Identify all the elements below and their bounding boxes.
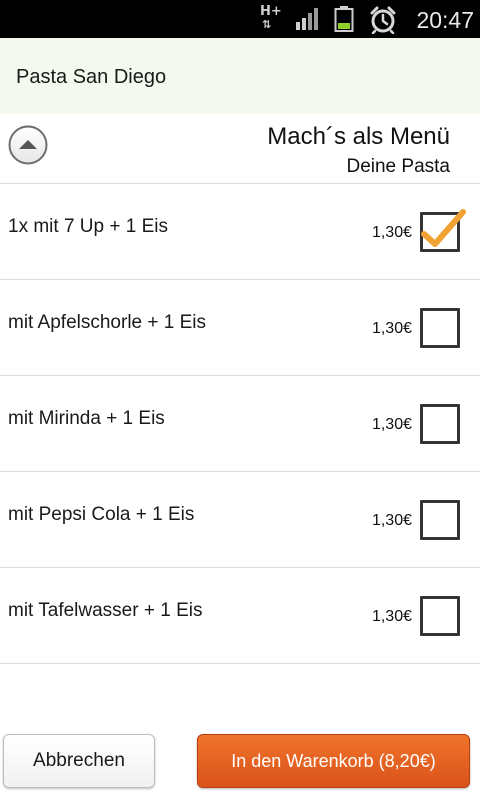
option-label: mit Apfelschorle + 1 Eis — [8, 312, 207, 333]
option-price: 1,30€ — [371, 320, 412, 337]
option-checkbox[interactable] — [420, 404, 460, 444]
option-price: 1,30€ — [371, 608, 412, 625]
checkbox-box — [420, 596, 460, 636]
option-row[interactable]: mit Tafelwasser + 1 Eis 1,30€ — [0, 568, 480, 664]
chevron-up-circle-icon — [8, 125, 48, 165]
data-arrows-icon: ⇅ — [262, 18, 271, 31]
option-price: 1,30€ — [371, 224, 412, 241]
network-type-label: H+ — [260, 4, 282, 19]
checkbox-box — [420, 308, 460, 348]
network-hplus-icon: H+ ⇅ — [258, 5, 284, 33]
option-row[interactable]: mit Mirinda + 1 Eis 1,30€ — [0, 376, 480, 472]
option-row[interactable]: mit Pepsi Cola + 1 Eis 1,30€ — [0, 472, 480, 568]
option-list: 1x mit 7 Up + 1 Eis 1,30€ mit Apfelschor… — [0, 183, 480, 664]
option-label: 1x mit 7 Up + 1 Eis — [8, 216, 168, 237]
alarm-clock-icon — [370, 6, 396, 34]
option-checkbox[interactable] — [420, 209, 466, 252]
section-title: Mach´s als Menü — [267, 123, 450, 150]
option-label: mit Tafelwasser + 1 Eis — [8, 600, 203, 621]
checkmark-icon — [421, 209, 466, 247]
add-to-cart-button[interactable]: In den Warenkorb (8,20€) — [197, 734, 470, 788]
checkbox-box — [420, 404, 460, 444]
menu-section-header: Mach´s als Menü Deine Pasta — [0, 114, 480, 183]
option-price: 1,30€ — [371, 416, 412, 433]
option-row[interactable]: mit Apfelschorle + 1 Eis 1,30€ — [0, 280, 480, 376]
option-checkbox[interactable] — [420, 308, 460, 348]
app-title: Pasta San Diego — [16, 66, 167, 88]
option-label: mit Mirinda + 1 Eis — [8, 408, 165, 429]
option-row[interactable]: 1x mit 7 Up + 1 Eis 1,30€ — [0, 184, 480, 280]
app-header: Pasta San Diego — [0, 38, 480, 114]
status-time: 20:47 — [416, 7, 474, 33]
option-checkbox[interactable] — [420, 500, 460, 540]
cancel-button[interactable]: Abbrechen — [3, 734, 155, 788]
option-price: 1,30€ — [371, 512, 412, 529]
status-bar: H+ ⇅ 20:47 — [0, 0, 480, 38]
checkbox-box — [420, 500, 460, 540]
option-label: mit Pepsi Cola + 1 Eis — [8, 504, 195, 525]
signal-bars-icon — [296, 8, 318, 30]
section-subtitle: Deine Pasta — [346, 156, 450, 177]
collapse-button[interactable] — [8, 125, 48, 165]
battery-icon — [334, 6, 354, 32]
option-checkbox[interactable] — [420, 596, 460, 636]
